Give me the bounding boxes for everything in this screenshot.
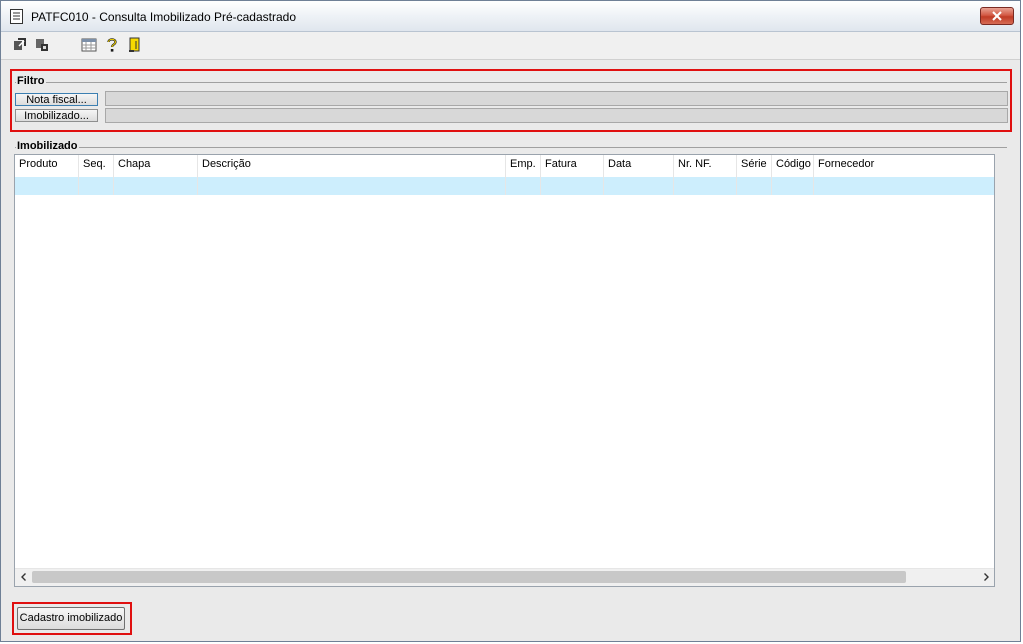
cell-data[interactable] [604, 177, 674, 195]
table-row[interactable] [15, 177, 994, 195]
column-header-chapa[interactable]: Chapa [114, 155, 198, 177]
cell-fornecedor[interactable] [814, 177, 994, 195]
exit-icon[interactable] [126, 37, 142, 53]
cell-fatura[interactable] [541, 177, 604, 195]
cell-produto[interactable] [15, 177, 79, 195]
scroll-right-button[interactable] [977, 569, 994, 586]
grid-header: Produto Seq. Chapa Descrição Emp. Fatura… [15, 155, 994, 178]
scroll-left-button[interactable] [15, 569, 32, 586]
column-header-fornecedor[interactable]: Fornecedor [814, 155, 994, 177]
toolbar [1, 32, 1020, 60]
cell-emp[interactable] [506, 177, 541, 195]
column-header-emp[interactable]: Emp. [506, 155, 541, 177]
imobilizado-button[interactable]: Imobilizado... [15, 109, 98, 122]
window-title: PATFC010 - Consulta Imobilizado Pré-cada… [31, 10, 297, 24]
cell-nr-nf[interactable] [674, 177, 737, 195]
chevron-right-icon [983, 573, 989, 581]
column-header-data[interactable]: Data [604, 155, 674, 177]
scroll-thumb[interactable] [32, 571, 906, 583]
imobilizado-divider [15, 147, 1007, 148]
chevron-left-icon [20, 573, 26, 581]
cell-descricao[interactable] [198, 177, 506, 195]
close-icon [992, 11, 1002, 21]
cell-seq[interactable] [79, 177, 114, 195]
column-header-nr-nf[interactable]: Nr. NF. [674, 155, 737, 177]
cell-serie[interactable] [737, 177, 772, 195]
export-icon[interactable] [34, 37, 50, 53]
imobilizado-field[interactable] [105, 108, 1008, 123]
import-icon[interactable] [12, 37, 28, 53]
close-button[interactable] [980, 7, 1014, 25]
nota-fiscal-field[interactable] [105, 91, 1008, 106]
cadastro-imobilizado-button[interactable]: Cadastro imobilizado [17, 607, 125, 630]
column-header-produto[interactable]: Produto [15, 155, 79, 177]
column-header-fatura[interactable]: Fatura [541, 155, 604, 177]
filtro-group-title: Filtro [16, 75, 46, 87]
title-bar[interactable]: PATFC010 - Consulta Imobilizado Pré-cada… [1, 1, 1020, 32]
column-header-descricao[interactable]: Descrição [198, 155, 506, 177]
imobilizado-group-title: Imobilizado [16, 140, 79, 152]
column-header-serie[interactable]: Série [737, 155, 772, 177]
cell-chapa[interactable] [114, 177, 198, 195]
main-window: PATFC010 - Consulta Imobilizado Pré-cada… [0, 0, 1021, 642]
column-header-codigo[interactable]: Código [772, 155, 814, 177]
calendar-icon[interactable] [81, 37, 97, 53]
nota-fiscal-button[interactable]: Nota fiscal... [15, 93, 98, 106]
horizontal-scrollbar[interactable] [15, 568, 994, 586]
column-header-seq[interactable]: Seq. [79, 155, 114, 177]
cell-codigo[interactable] [772, 177, 814, 195]
help-icon[interactable] [104, 37, 120, 53]
document-icon [10, 9, 23, 24]
filtro-divider [15, 82, 1007, 83]
imobilizado-grid[interactable]: Produto Seq. Chapa Descrição Emp. Fatura… [14, 154, 995, 587]
